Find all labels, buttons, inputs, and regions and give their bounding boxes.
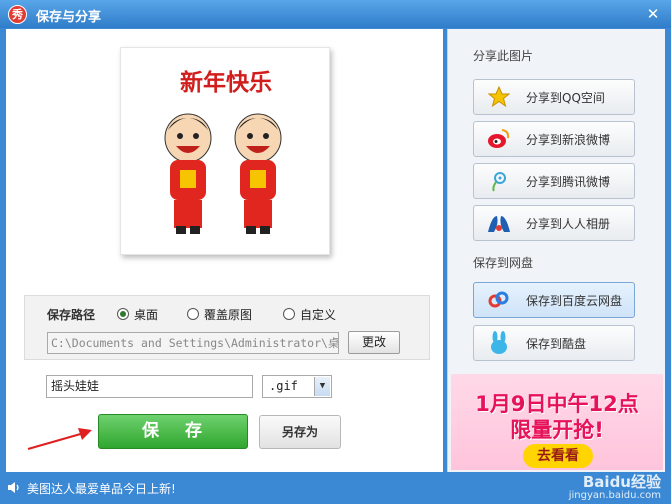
radio-overwrite[interactable]: 覆盖原图 xyxy=(187,306,252,322)
kupan-rabbit-icon xyxy=(486,330,512,356)
save-as-button[interactable]: 另存为 xyxy=(259,415,341,449)
radio-desktop-label: 桌面 xyxy=(134,307,159,322)
status-news-link[interactable]: 美图达人最爱单品今日上新! xyxy=(27,480,176,497)
share-renren-label: 分享到人人相册 xyxy=(526,216,611,231)
renren-icon xyxy=(486,210,512,236)
share-qzone-button[interactable]: 分享到QQ空间 xyxy=(473,79,635,115)
window-title: 保存与分享 xyxy=(36,10,102,25)
title-bar[interactable]: 秀 保存与分享 ✕ xyxy=(0,0,671,28)
share-qzone-label: 分享到QQ空间 xyxy=(526,90,605,105)
radio-custom-label: 自定义 xyxy=(300,307,337,322)
baidu-cloud-icon xyxy=(486,287,512,313)
red-arrow-icon xyxy=(27,428,92,450)
chevron-down-icon[interactable]: ▼ xyxy=(314,377,330,396)
radio-custom[interactable]: 自定义 xyxy=(283,306,336,322)
save-kupan-button[interactable]: 保存到酷盘 xyxy=(473,325,635,361)
radio-dot-selected xyxy=(117,308,129,320)
save-share-dialog: 秀 保存与分享 ✕ 新年快乐 保存路径 桌面 覆盖原图 自定义 C:\Docum… xyxy=(0,0,671,504)
cloud-section-title: 保存到网盘 xyxy=(473,256,534,270)
radio-dot xyxy=(187,308,199,320)
save-baidu-cloud-button[interactable]: 保存到百度云网盘 xyxy=(473,282,635,318)
save-path-label: 保存路径 xyxy=(47,308,96,322)
image-preview: 新年快乐 xyxy=(120,47,330,255)
radio-overwrite-label: 覆盖原图 xyxy=(204,307,253,322)
share-tencent-weibo-button[interactable]: 分享到腾讯微博 xyxy=(473,163,635,199)
share-panel: 分享此图片 分享到QQ空间 分享到新浪微博 分享到腾讯微博 分享到人人相册 保存… xyxy=(447,29,665,472)
share-section-title: 分享此图片 xyxy=(473,49,534,63)
format-value: .gif xyxy=(269,379,298,393)
qzone-star-icon xyxy=(486,84,512,110)
close-button[interactable]: ✕ xyxy=(644,5,662,23)
tencent-weibo-icon xyxy=(486,168,512,194)
format-select[interactable]: .gif ▼ xyxy=(262,375,332,398)
share-renren-button[interactable]: 分享到人人相册 xyxy=(473,205,635,241)
save-path-field[interactable]: C:\Documents and Settings\Administrator\… xyxy=(47,332,339,354)
save-kupan-label: 保存到酷盘 xyxy=(526,336,587,351)
sina-weibo-icon xyxy=(486,126,512,152)
radio-desktop[interactable]: 桌面 xyxy=(117,306,158,322)
watermark-url: jingyan.baidu.com xyxy=(568,490,661,501)
share-tencent-weibo-label: 分享到腾讯微博 xyxy=(526,174,611,189)
share-sina-weibo-button[interactable]: 分享到新浪微博 xyxy=(473,121,635,157)
radio-dot xyxy=(283,308,295,320)
save-button[interactable]: 保 存 xyxy=(98,414,248,449)
status-bar: 美图达人最爱单品今日上新! Baidu经验 jingyan.baidu.com xyxy=(0,473,671,504)
dancing-dolls-image: 新年快乐 xyxy=(164,69,282,234)
promo-go-button[interactable]: 去看看 xyxy=(523,444,593,468)
change-path-button[interactable]: 更改 xyxy=(348,331,400,354)
share-sina-weibo-label: 分享到新浪微博 xyxy=(526,132,611,147)
baidu-watermark: Baidu经验 jingyan.baidu.com xyxy=(569,475,661,503)
meitu-app-icon: 秀 xyxy=(8,5,27,24)
save-path-group: 保存路径 桌面 覆盖原图 自定义 C:\Documents and Settin… xyxy=(24,295,430,360)
speaker-icon xyxy=(7,481,21,497)
save-panel: 新年快乐 保存路径 桌面 覆盖原图 自定义 C:\Documents and S… xyxy=(6,29,443,472)
save-baidu-cloud-label: 保存到百度云网盘 xyxy=(526,293,623,308)
filename-input[interactable]: 摇头娃娃 xyxy=(46,375,253,398)
preview-caption: 新年快乐 xyxy=(180,69,272,96)
promo-banner[interactable]: 1月9日中午12点 限量开抢! 去看看 xyxy=(451,374,663,470)
promo-headline: 限量开抢! xyxy=(510,418,604,442)
